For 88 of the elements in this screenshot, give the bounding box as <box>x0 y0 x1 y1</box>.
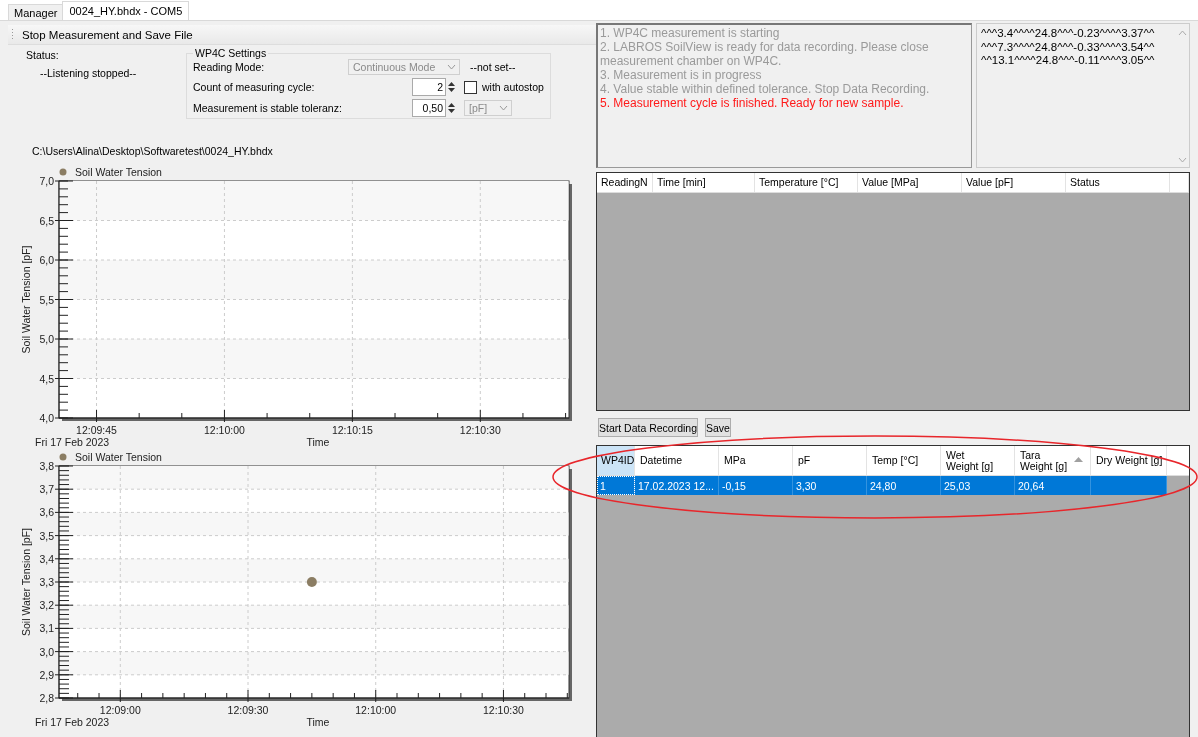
x-tick-label: 12:10:00 <box>355 704 397 716</box>
column-header[interactable]: MPa <box>719 446 793 476</box>
status-message: 5. Measurement cycle is finished. Ready for new sample. <box>600 96 905 110</box>
table-cell[interactable]: 20,64 <box>1015 476 1091 495</box>
y-tick-label: 6,0 <box>39 254 54 266</box>
spin-arrows-icon <box>447 101 456 115</box>
x-tick-label: 12:10:30 <box>483 704 524 716</box>
status-message: 3. Measurement is in progress <box>600 68 763 82</box>
y-tick-label: 4,0 <box>39 412 54 424</box>
column-header[interactable]: Value [MPa] <box>858 173 962 192</box>
y-tick-label: 6,5 <box>39 214 54 227</box>
x-axis-title: Time <box>306 436 330 448</box>
table-cell[interactable]: 25,03 <box>941 476 1015 495</box>
x-tick-label: 12:09:45 <box>76 424 117 436</box>
y-tick-label: 3,0 <box>39 645 54 658</box>
legend-label: Soil Water Tension <box>75 166 162 178</box>
column-header[interactable]: pF <box>793 446 867 476</box>
tab[interactable]: Manager <box>8 4 64 20</box>
status-message: 4. Value stable within defined tolerance. Stop Data Recording. <box>600 82 931 96</box>
status-value: --Listening stopped-- <box>40 67 138 79</box>
table-cell[interactable] <box>1091 476 1167 495</box>
date-label: Fri 17 Feb 2023 <box>35 716 110 728</box>
field-label: Measurement is stable toleranz: <box>193 102 343 114</box>
spin-arrows-icon <box>447 80 456 94</box>
table-cell[interactable]: 17.02.2023 12... <box>635 476 719 495</box>
y-tick-label: 3,2 <box>39 599 54 612</box>
start-recording-button[interactable]: Start Data Recording <box>598 418 698 437</box>
y-tick-label: 3,6 <box>39 506 54 519</box>
field-label: Count of measuring cycle: <box>193 81 316 93</box>
scroll-down-icon[interactable] <box>1177 157 1187 163</box>
table-cell[interactable]: 3,30 <box>793 476 867 495</box>
tolerance-spinner[interactable]: 0,50 <box>412 99 446 117</box>
status-message: 2. LABROS SoilView is ready for data recording. Please close measurement chamber on WP4C. <box>600 40 930 68</box>
tab[interactable]: 0024_HY.bhdx - COM5 <box>62 1 190 20</box>
y-tick-label: 7,0 <box>39 175 54 187</box>
status-message: 1. WP4C measurement is starting <box>600 26 781 40</box>
column-header[interactable]: ReadingN <box>597 173 653 192</box>
y-tick-label: 3,7 <box>39 483 54 496</box>
table-cell[interactable]: 1 <box>597 476 635 495</box>
y-tick-label: 2,8 <box>39 692 54 704</box>
sort-arrow-icon <box>1074 457 1083 462</box>
y-tick-label: 3,4 <box>39 552 54 565</box>
field-label: Reading Mode: <box>193 61 266 73</box>
raw-data-line: ^^^7.3^^^^24.8^^^-0.33^^^^3.54^^ <box>981 40 1156 54</box>
y-tick-label: 3,5 <box>39 529 54 542</box>
y-tick-label: 5,5 <box>39 293 54 306</box>
y-tick-label: 3,1 <box>39 622 54 635</box>
y-tick-label: 3,8 <box>39 460 54 472</box>
raw-data-line: ^^^3.4^^^^24.8^^^-0.23^^^^3.37^^ <box>981 27 1156 41</box>
autostop-checkbox[interactable] <box>464 80 477 94</box>
column-header[interactable]: Dry Weight [g] <box>1091 446 1167 476</box>
table-cell[interactable]: -0,15 <box>719 476 793 495</box>
column-header[interactable]: Datetime <box>635 446 719 476</box>
column-header[interactable]: Tara Weight [g] <box>1015 446 1091 476</box>
x-tick-label: 12:10:00 <box>204 424 245 436</box>
column-header[interactable]: Wet Weight [g] <box>941 446 1015 476</box>
column-header[interactable]: WP4ID <box>597 446 635 476</box>
status-label: Status: <box>26 49 59 61</box>
note-text: --not set-- <box>470 61 517 73</box>
save-button[interactable]: Save <box>705 418 731 437</box>
column-header[interactable]: Time [min] <box>653 173 755 192</box>
x-tick-label: 12:09:00 <box>99 704 141 716</box>
y-tick-label: 3,3 <box>39 576 54 588</box>
y-tick-label: 4,5 <box>39 372 54 385</box>
raw-data-line: ^^13.1^^^^24.8^^^-0.11^^^^3.05^^ <box>981 54 1156 68</box>
scroll-up-icon[interactable] <box>1177 30 1187 36</box>
x-tick-label: 12:09:30 <box>227 704 269 716</box>
y-tick-label: 5,0 <box>39 333 54 345</box>
table-cell[interactable]: 24,80 <box>867 476 941 495</box>
column-header[interactable]: Temp [°C] <box>867 446 941 476</box>
x-tick-label: 12:10:15 <box>331 424 373 436</box>
cycle-count-spinner[interactable]: 2 <box>412 78 446 96</box>
y-axis-title: Soil Water Tension [pF] <box>20 245 32 354</box>
x-tick-label: 12:10:30 <box>459 424 501 436</box>
file-path: C:\Users\Alina\Desktop\Softwaretest\0024_HY.bhdx <box>32 145 273 157</box>
column-header[interactable]: Status <box>1066 173 1170 192</box>
data-point <box>306 577 317 587</box>
group-title: WP4C Settings <box>194 47 268 59</box>
y-axis-title: Soil Water Tension [pF] <box>20 528 32 636</box>
column-header[interactable]: Temperature [°C] <box>755 173 858 192</box>
stop-measurement-button[interactable]: Stop Measurement and Save File <box>19 28 196 41</box>
checkbox-label: with autostop <box>482 81 544 93</box>
y-tick-label: 2,9 <box>39 668 54 681</box>
header-background <box>1167 446 1189 476</box>
column-header[interactable]: Value [pF] <box>962 173 1066 192</box>
date-label: Fri 17 Feb 2023 <box>35 436 110 448</box>
legend-label: Soil Water Tension <box>75 451 162 463</box>
x-axis-title: Time <box>306 716 330 728</box>
